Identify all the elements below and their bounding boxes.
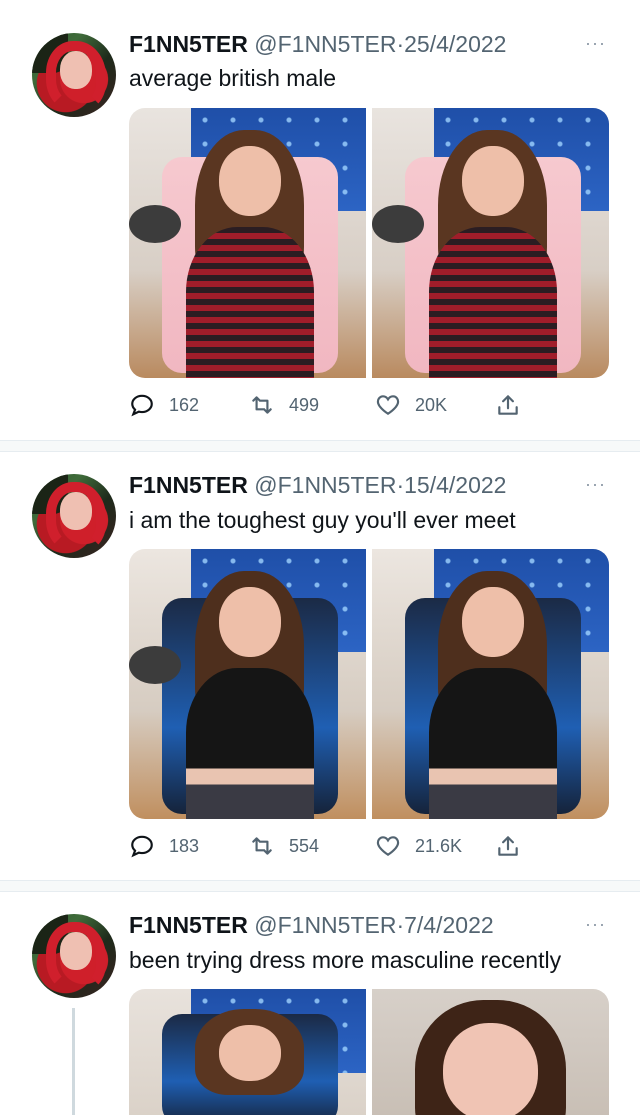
like-count: 21.6K xyxy=(415,835,463,856)
like-count: 20K xyxy=(415,394,448,415)
avatar[interactable] xyxy=(32,474,116,558)
share-icon xyxy=(495,392,521,418)
tweet-text: average british male xyxy=(129,65,337,91)
tweet-3[interactable]: F1NN5TER @F1NN5TER·7/4/2022 ··· been try… xyxy=(0,892,640,1115)
media-photo[interactable] xyxy=(129,549,366,819)
display-name[interactable]: F1NN5TER xyxy=(129,912,248,938)
tweet-media[interactable] xyxy=(129,549,609,819)
retweet-icon xyxy=(249,833,275,859)
tweet-media[interactable] xyxy=(129,989,609,1115)
more-icon[interactable]: ··· xyxy=(585,914,606,935)
tweet-media[interactable] xyxy=(129,108,609,378)
reply-count: 162 xyxy=(169,394,200,415)
tweet-actions: 183 554 21.6K xyxy=(129,833,529,863)
retweet-count: 554 xyxy=(289,835,320,856)
more-icon[interactable]: ··· xyxy=(585,474,606,495)
user-handle[interactable]: @F1NN5TER xyxy=(254,31,396,57)
share-icon xyxy=(495,833,521,859)
tweet-separator xyxy=(0,880,640,892)
tweet-separator xyxy=(0,440,640,452)
user-handle[interactable]: @F1NN5TER xyxy=(254,912,396,938)
separator-dot: · xyxy=(396,912,405,938)
heart-icon xyxy=(375,833,401,859)
media-photo[interactable] xyxy=(129,108,366,378)
display-name[interactable]: F1NN5TER xyxy=(129,472,248,498)
reply-icon xyxy=(129,392,155,418)
tweet-header: F1NN5TER @F1NN5TER·15/4/2022 xyxy=(129,472,506,499)
reply-icon xyxy=(129,833,155,859)
tweet-date[interactable]: 7/4/2022 xyxy=(404,912,494,938)
retweet-button[interactable]: 499 xyxy=(249,392,319,418)
media-photo[interactable] xyxy=(372,549,609,819)
reply-button[interactable]: 183 xyxy=(129,833,199,859)
tweet-actions: 162 499 20K xyxy=(129,392,529,422)
avatar[interactable] xyxy=(32,33,116,117)
heart-icon xyxy=(375,392,401,418)
user-handle[interactable]: @F1NN5TER xyxy=(254,472,396,498)
thread-line xyxy=(72,1008,75,1115)
tweet-date[interactable]: 25/4/2022 xyxy=(404,31,506,57)
display-name[interactable]: F1NN5TER xyxy=(129,31,248,57)
tweet-text: i am the toughest guy you'll ever meet xyxy=(129,507,516,533)
like-button[interactable]: 20K xyxy=(375,392,447,418)
media-photo[interactable] xyxy=(372,108,609,378)
reply-button[interactable]: 162 xyxy=(129,392,199,418)
media-photo[interactable] xyxy=(372,989,609,1115)
like-button[interactable]: 21.6K xyxy=(375,833,462,859)
tweet-2[interactable]: F1NN5TER @F1NN5TER·15/4/2022 ··· i am th… xyxy=(0,452,640,880)
avatar[interactable] xyxy=(32,914,116,998)
retweet-icon xyxy=(249,392,275,418)
tweet-text: been trying dress more masculine recentl… xyxy=(129,947,562,973)
tweet-header: F1NN5TER @F1NN5TER·25/4/2022 xyxy=(129,31,506,58)
separator-dot: · xyxy=(396,31,405,57)
share-button[interactable] xyxy=(495,833,521,859)
share-button[interactable] xyxy=(495,392,521,418)
tweet-1[interactable]: F1NN5TER @F1NN5TER·25/4/2022 ··· average… xyxy=(0,0,640,440)
tweet-date[interactable]: 15/4/2022 xyxy=(404,472,506,498)
tweet-header: F1NN5TER @F1NN5TER·7/4/2022 xyxy=(129,912,494,939)
reply-count: 183 xyxy=(169,835,200,856)
retweet-count: 499 xyxy=(289,394,320,415)
retweet-button[interactable]: 554 xyxy=(249,833,319,859)
more-icon[interactable]: ··· xyxy=(585,33,606,54)
separator-dot: · xyxy=(396,472,405,498)
media-photo[interactable] xyxy=(129,989,366,1115)
